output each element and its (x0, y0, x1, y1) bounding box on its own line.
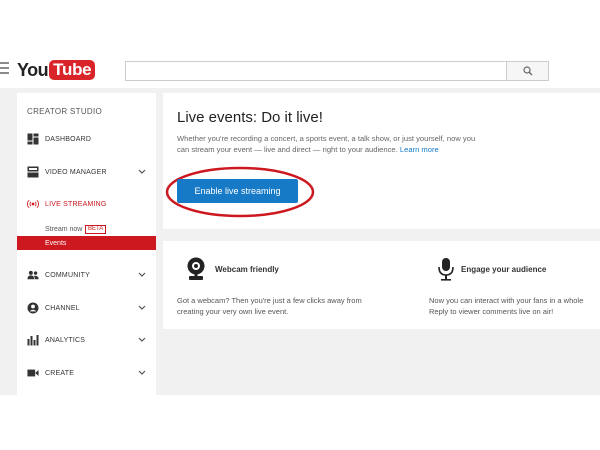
beta-badge: BETA (85, 225, 107, 234)
live-events-description: Whether you're recording a concert, a sp… (177, 133, 482, 155)
channel-icon (27, 302, 39, 314)
chevron-down-icon[interactable] (138, 272, 146, 278)
sidebar-subitem-events[interactable]: Events (17, 236, 156, 250)
video-manager-icon (27, 166, 39, 178)
sidebar-subitem-stream-now[interactable]: Stream now BETA (17, 222, 156, 236)
dashboard-icon (27, 133, 39, 145)
search-input[interactable] (125, 61, 507, 81)
live-streaming-icon (27, 198, 39, 210)
sidebar-item-video-manager[interactable]: VIDEO MANAGER (17, 161, 156, 183)
feature-description-line: Now you can interact with your fans in a… (429, 296, 584, 305)
enable-live-streaming-button[interactable]: Enable live streaming (177, 179, 298, 203)
sidebar-item-label: COMMUNITY (45, 271, 90, 279)
youtube-logo[interactable]: You Tube (17, 59, 96, 80)
feature-title: Webcam friendly (215, 265, 279, 274)
page-title: Live events: Do it live! (177, 109, 323, 126)
microphone-icon (438, 258, 454, 281)
sidebar-item-label: CREATE (45, 369, 75, 377)
community-icon (27, 269, 39, 281)
sidebar-item-label: LIVE STREAMING (45, 200, 107, 208)
create-icon (27, 367, 39, 379)
feature-description-line: creating your very own live event. (177, 307, 289, 316)
sidebar-item-analytics[interactable]: ANALYTICS (17, 329, 156, 351)
chevron-down-icon[interactable] (138, 169, 146, 175)
sidebar-item-create[interactable]: CREATE (17, 362, 156, 384)
feature-description: Got a webcam? Then you're just a few cli… (177, 295, 417, 317)
creator-studio-sidebar: CREATOR STUDIO DASHBOARD VIDEO MANAGER L… (17, 93, 156, 395)
sidebar-item-community[interactable]: COMMUNITY (17, 264, 156, 286)
sidebar-item-live-streaming[interactable]: LIVE STREAMING (17, 193, 156, 215)
logo-text-tube: Tube (49, 60, 96, 80)
hamburger-menu-icon[interactable] (0, 62, 10, 74)
feature-title: Engage your audience (461, 265, 547, 274)
analytics-icon (27, 334, 39, 346)
features-card: Webcam friendly Got a webcam? Then you'r… (163, 241, 600, 329)
feature-description-line: Reply to viewer comments live on air! (429, 307, 554, 316)
chevron-down-icon[interactable] (138, 305, 146, 311)
search-icon (522, 66, 532, 76)
live-events-card: Live events: Do it live! Whether you're … (163, 93, 600, 229)
feature-engage-audience: Engage your audience Now you can interac… (415, 241, 600, 329)
chevron-down-icon[interactable] (138, 337, 146, 343)
logo-text-you: You (17, 59, 49, 80)
sidebar-subitem-label: Events (45, 239, 67, 247)
webcam-icon (187, 257, 205, 280)
sidebar-item-label: VIDEO MANAGER (45, 168, 107, 176)
feature-description-line: Got a webcam? Then you're just a few cli… (177, 296, 362, 305)
feature-description: Now you can interact with your fans in a… (429, 295, 600, 317)
learn-more-link[interactable]: Learn more (400, 145, 439, 154)
sidebar-item-dashboard[interactable]: DASHBOARD (17, 128, 156, 150)
sidebar-title: CREATOR STUDIO (27, 107, 103, 116)
chevron-down-icon[interactable] (138, 370, 146, 376)
page: You Tube CREATOR STUDIO DASHBOARD VIDEO … (0, 0, 600, 450)
sidebar-item-label: DASHBOARD (45, 135, 92, 143)
masthead: You Tube (0, 52, 600, 88)
feature-webcam: Webcam friendly Got a webcam? Then you'r… (163, 241, 413, 329)
sidebar-subitem-label: Stream now (45, 225, 83, 233)
search-button[interactable] (507, 61, 549, 81)
sidebar-item-label: CHANNEL (45, 304, 80, 312)
sidebar-item-channel[interactable]: CHANNEL (17, 297, 156, 319)
sidebar-item-label: ANALYTICS (45, 336, 86, 344)
